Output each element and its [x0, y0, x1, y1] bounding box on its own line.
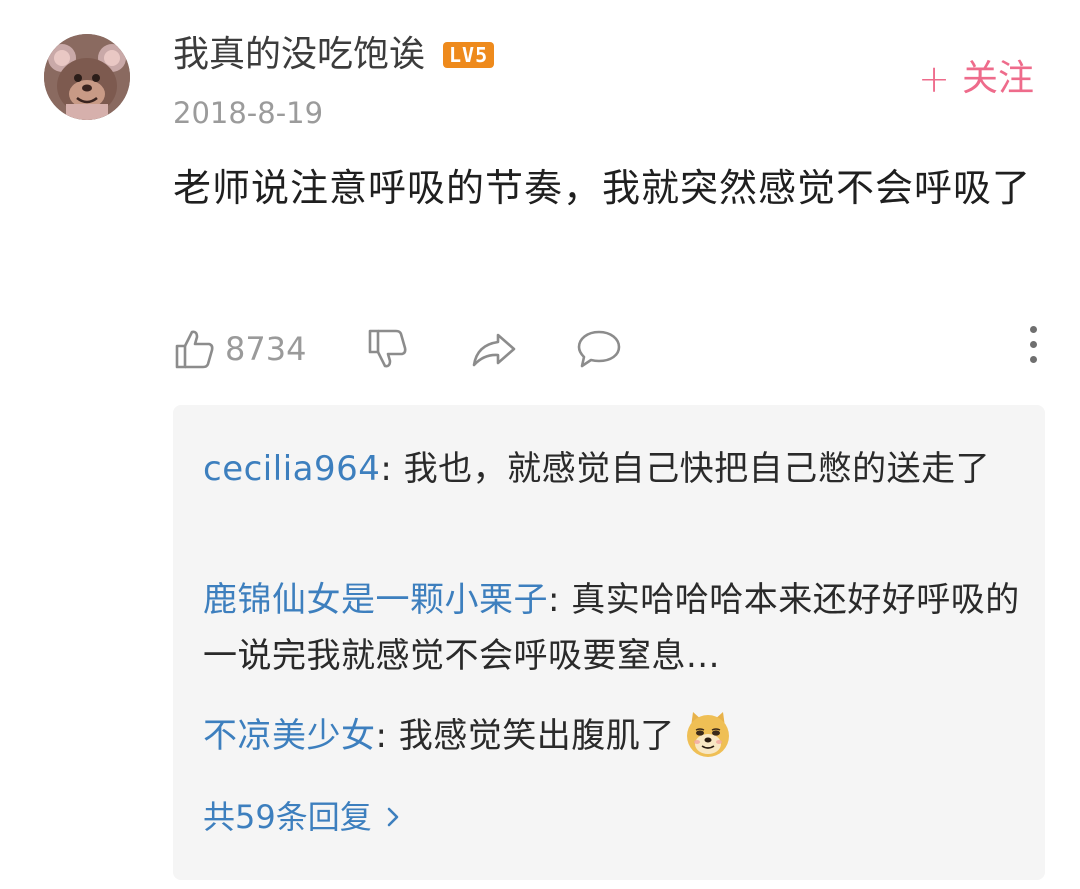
share-button[interactable]	[470, 322, 518, 376]
reply-item[interactable]: 鹿锦仙女是一颗小栗子: 真实哈哈哈本来还好好呼吸的一说完我就感觉不会呼吸要窒息.…	[203, 572, 1023, 684]
follow-button[interactable]: + 关注	[918, 56, 1034, 102]
thumb-down-icon	[368, 329, 407, 368]
comment-date: 2018-8-19	[173, 96, 324, 130]
view-all-label: 共59条回复	[203, 798, 372, 836]
view-all-replies-link[interactable]: 共59条回复	[203, 795, 400, 839]
reply-text: 我也，就感觉自己快把自己憋的送走了	[403, 449, 991, 489]
reply-separator: :	[380, 449, 404, 489]
share-icon	[472, 333, 516, 367]
comment-author[interactable]: 我真的没吃饱诶 LV5	[173, 30, 495, 80]
reply-separator: :	[375, 716, 399, 756]
thumb-up-icon	[175, 330, 214, 369]
level-badge: LV5	[443, 42, 495, 68]
follow-label: 关注	[961, 58, 1034, 99]
reply-item[interactable]: 不凉美少女: 我感觉笑出腹肌了	[203, 708, 1023, 764]
doge-emoji	[683, 709, 733, 759]
avatar[interactable]	[44, 34, 130, 120]
chevron-right-icon	[387, 807, 399, 827]
more-vertical-icon	[1023, 326, 1043, 363]
comment-icon	[577, 330, 621, 368]
dislike-button[interactable]	[366, 322, 410, 376]
reply-author[interactable]: cecilia964	[203, 449, 380, 489]
avatar-image	[44, 34, 130, 120]
more-options-button[interactable]	[1023, 326, 1043, 372]
comment-action-bar: 8734	[173, 322, 1043, 376]
reply-separator: :	[548, 580, 572, 620]
replies-panel: cecilia964: 我也，就感觉自己快把自己憋的送走了 鹿锦仙女是一颗小栗子…	[173, 405, 1045, 880]
reply-text: 我感觉笑出腹肌了	[398, 716, 675, 756]
comment-body: 老师说注意呼吸的节奏，我就突然感觉不会呼吸了	[173, 166, 1032, 210]
username[interactable]: 我真的没吃饱诶	[173, 30, 425, 80]
reply-author[interactable]: 鹿锦仙女是一颗小栗子	[203, 580, 548, 620]
like-button[interactable]: 8734	[173, 322, 306, 376]
reply-author[interactable]: 不凉美少女	[203, 716, 376, 756]
plus-icon: +	[918, 57, 950, 101]
like-count: 8734	[225, 330, 307, 368]
reply-item[interactable]: cecilia964: 我也，就感觉自己快把自己憋的送走了	[203, 441, 1023, 497]
reply-button[interactable]	[575, 322, 623, 376]
